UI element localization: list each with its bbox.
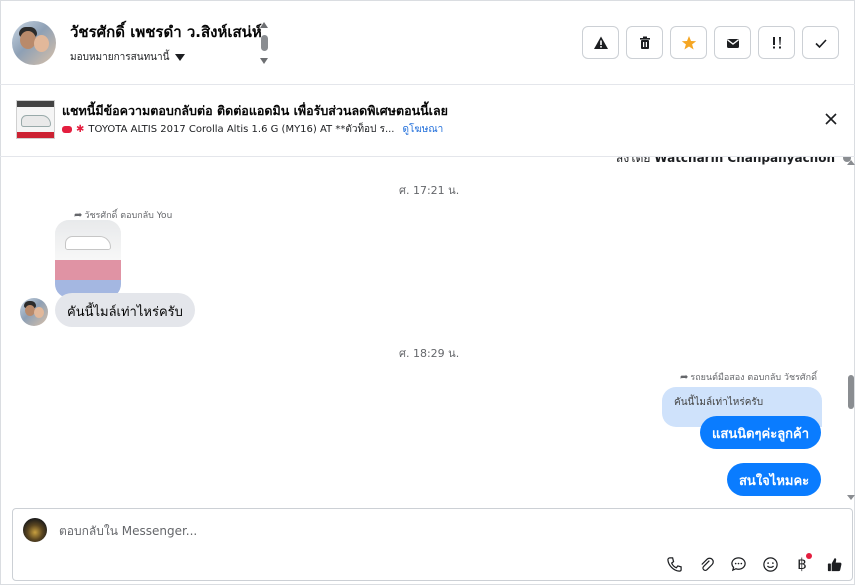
attachment-icon [700,557,714,571]
payment-button[interactable]: ฿ [791,553,813,575]
reply-input[interactable] [59,521,659,541]
notification-dot [806,553,812,559]
sent-by-prefix: ส่งโดย [616,157,651,165]
star-icon [681,35,696,49]
trash-icon [639,36,650,49]
header-scroller[interactable] [259,22,271,66]
scroll-down-icon[interactable] [260,58,268,64]
contact-avatar-small[interactable] [20,298,48,326]
contact-name[interactable]: วัชรศักดิ์ เพชรดำ ว.สิงห์เสน่ห์ [70,20,262,44]
scroll-up-icon[interactable] [847,160,855,165]
report-spam-button[interactable] [582,26,619,59]
ad-context-banner: แชทนี้มีข้อความตอบกลับต่อ ติดต่อแอดมิน เ… [0,85,855,157]
star-button[interactable] [670,26,707,59]
thumbs-up-icon [827,557,841,571]
mark-unread-button[interactable] [714,26,751,59]
follow-up-button[interactable] [758,26,795,59]
phone-icon [666,556,682,572]
scroll-up-icon[interactable] [260,22,268,28]
sparkle-icon: ✱ [76,124,85,135]
view-ad-link[interactable]: ดูโฆษณา [402,122,443,137]
outgoing-message[interactable]: แสนนิดๆค่ะลูกค้า [700,416,822,449]
contact-avatar[interactable] [12,21,56,65]
important-icon [772,36,781,48]
replied-ad-image[interactable] [55,220,121,298]
composer-tools: ฿ [663,553,845,575]
close-icon[interactable] [822,110,840,128]
incoming-message[interactable]: คันนี้ไมล์เท่าไหร่ครับ [55,293,195,327]
attach-button[interactable] [695,553,717,575]
sent-by-label: ส่งโดย Watcharin Chanpanyachon [616,157,851,168]
emoji-icon [762,556,778,572]
timestamp: ศ. 17:21 น. [399,184,460,197]
like-button[interactable] [823,553,845,575]
check-icon [814,38,827,48]
saved-replies-button[interactable] [727,553,749,575]
sent-by-name: Watcharin Chanpanyachon [654,157,836,165]
message-composer: ฿ [12,508,853,581]
motorcycle-icon [62,126,72,133]
warning-icon [593,36,608,49]
scroll-down-icon[interactable] [847,495,855,500]
reply-arrow-icon: ➦ [680,372,689,383]
assign-conversation-dropdown[interactable]: มอบหมายการสนทนานี้ [70,50,186,65]
scroll-thumb[interactable] [848,375,854,409]
caret-down-icon [175,54,186,61]
outgoing-message[interactable]: สนใจไหมคะ [727,463,822,496]
header-actions [582,26,839,59]
message-thread: ส่งโดย Watcharin Chanpanyachon ศ. 17:21 … [0,157,855,507]
reply-meta-text: รถยนต์มือสอง ตอบกลับ วัชรศักดิ์ [690,373,817,383]
ad-thumbnail[interactable] [16,100,55,139]
baht-icon: ฿ [797,555,807,573]
call-button[interactable] [663,553,685,575]
thread-scrollbar[interactable] [846,160,855,500]
conversation-header: วัชรศักดิ์ เพชรดำ ว.สิงห์เสน่ห์ มอบหมายก… [0,0,855,85]
assign-label: มอบหมายการสนทนานี้ [70,52,170,63]
scroll-thumb[interactable] [261,35,268,51]
emoji-button[interactable] [759,553,781,575]
ad-subtitle-text: TOYOTA ALTIS 2017 Corolla Altis 1.6 G (M… [88,124,395,135]
ad-title: แชทนี้มีข้อความตอบกลับต่อ ติดต่อแอดมิน เ… [62,103,448,118]
mark-done-button[interactable] [802,26,839,59]
chat-bubble-icon [730,556,746,571]
reply-meta: ➦ รถยนต์มือสอง ตอบกลับ วัชรศักดิ์ [680,370,817,384]
timestamp: ศ. 18:29 น. [399,347,460,360]
mail-icon [726,38,739,48]
delete-button[interactable] [626,26,663,59]
ad-subtitle: ✱ TOYOTA ALTIS 2017 Corolla Altis 1.6 G … [62,122,443,137]
page-avatar [23,518,47,542]
